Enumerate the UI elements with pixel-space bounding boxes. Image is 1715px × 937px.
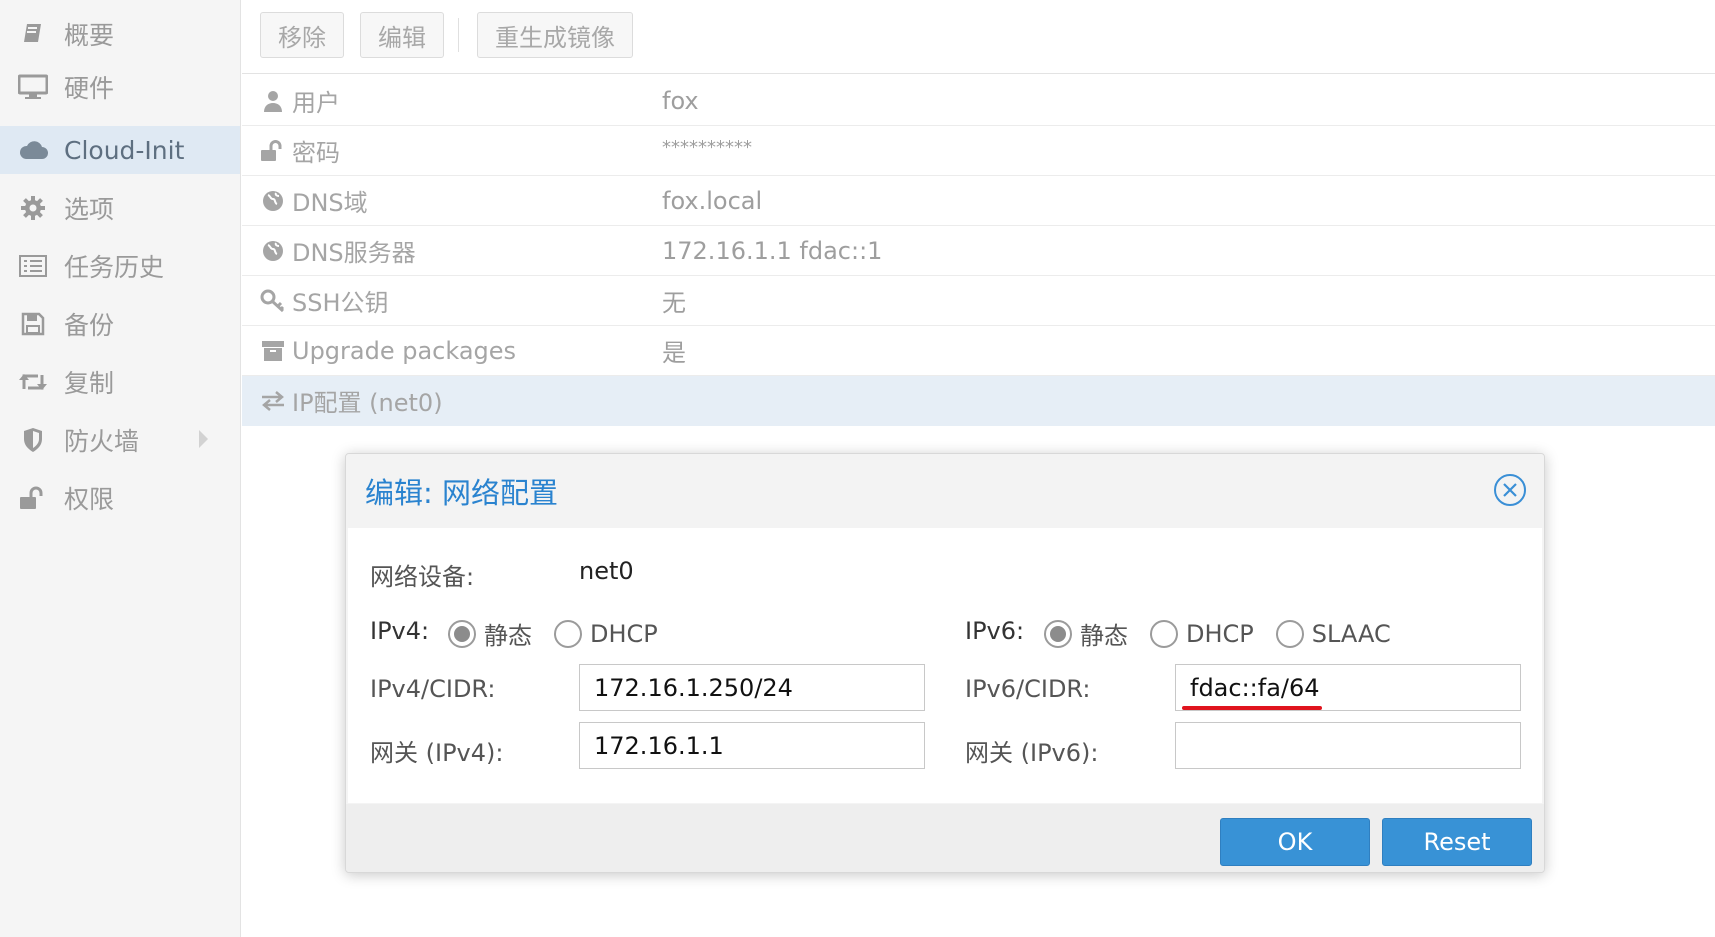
- ipv6-slaac-radio[interactable]: [1275, 619, 1304, 648]
- ipv4-mode-radio-group: 静态 DHCP: [448, 616, 680, 651]
- edit-button[interactable]: 编辑: [360, 12, 444, 58]
- property-value: **********: [662, 137, 752, 158]
- sidebar-item-label: 防火墙: [64, 427, 140, 456]
- user-icon: [260, 88, 286, 114]
- unlock-icon: [18, 485, 48, 511]
- sidebar-item-label: 权限: [64, 485, 115, 514]
- ipv6-label: IPv6:: [965, 617, 1025, 645]
- shield-icon: [18, 427, 48, 453]
- sidebar-item-label: 任务历史: [64, 253, 165, 282]
- property-value: 172.16.1.1 fdac::1: [662, 236, 883, 265]
- sidebar-item-hardware[interactable]: 硬件: [0, 63, 240, 111]
- dialog-header: 编辑: 网络配置: [346, 454, 1544, 528]
- reset-button[interactable]: Reset: [1382, 818, 1532, 866]
- ipv4-gateway-input[interactable]: 172.16.1.1: [579, 722, 925, 769]
- list-icon: [18, 253, 48, 279]
- radio-label: DHCP: [1186, 619, 1254, 648]
- property-value: 无: [662, 289, 686, 317]
- globe-icon: [260, 238, 286, 264]
- network-device-label: 网络设备:: [370, 563, 475, 591]
- radio-label: 静态: [1080, 622, 1128, 650]
- close-icon: [1503, 483, 1517, 497]
- ok-button[interactable]: OK: [1220, 818, 1370, 866]
- dialog-title: 编辑: 网络配置: [365, 476, 558, 510]
- property-row-ssh-key[interactable]: SSH公钥 无: [242, 276, 1715, 326]
- sidebar: 概要 硬件 Cloud-Init 选项 任务历史 备份 复制 防火墙 权限: [0, 0, 241, 937]
- sidebar-item-label: 复制: [64, 369, 115, 398]
- ipv6-cidr-label: IPv6/CIDR:: [965, 675, 1091, 703]
- property-row-dns-servers[interactable]: DNS服务器 172.16.1.1 fdac::1: [242, 226, 1715, 276]
- radio-label: SLAAC: [1311, 619, 1391, 648]
- monitor-icon: [18, 74, 48, 100]
- highlight-underline: [1182, 706, 1322, 710]
- unlock-icon: [260, 138, 286, 164]
- radio-label: DHCP: [590, 619, 658, 648]
- property-row-ip-config[interactable]: IP配置 (net0): [242, 376, 1715, 426]
- property-key: 用户: [292, 89, 340, 117]
- property-row-dns-domain[interactable]: DNS域 fox.local: [242, 176, 1715, 226]
- property-key: SSH公钥: [292, 289, 389, 317]
- toolbar-separator: [458, 18, 459, 52]
- ipv6-mode-radio-group: 静态 DHCP SLAAC: [1044, 616, 1413, 651]
- regenerate-image-button[interactable]: 重生成镜像: [477, 12, 633, 58]
- sidebar-item-firewall[interactable]: 防火墙: [0, 416, 240, 464]
- remove-button[interactable]: 移除: [260, 12, 344, 58]
- book-icon: [18, 21, 48, 47]
- ipv6-static-radio[interactable]: [1044, 619, 1072, 648]
- network-device-value: net0: [579, 557, 634, 585]
- property-row-upgrade-packages[interactable]: Upgrade packages 是: [242, 326, 1715, 376]
- sidebar-item-label: 硬件: [64, 74, 115, 103]
- ipv4-cidr-input[interactable]: 172.16.1.250/24: [579, 664, 925, 711]
- toolbar: 移除 编辑 重生成镜像: [242, 0, 1715, 74]
- sidebar-item-options[interactable]: 选项: [0, 184, 240, 232]
- sidebar-item-summary[interactable]: 概要: [0, 10, 240, 58]
- ipv6-gateway-input[interactable]: [1175, 722, 1521, 769]
- sidebar-item-backup[interactable]: 备份: [0, 300, 240, 348]
- property-key: DNS域: [292, 189, 368, 217]
- dialog-footer: OK Reset: [346, 804, 1544, 872]
- close-button[interactable]: [1494, 474, 1526, 506]
- property-value: fox.local: [662, 186, 763, 215]
- ipv6-gateway-label: 网关 (IPv6):: [965, 739, 1099, 767]
- radio-label: 静态: [484, 622, 532, 650]
- globe-icon: [260, 188, 286, 214]
- ipv4-static-radio[interactable]: [448, 619, 476, 648]
- sidebar-item-replication[interactable]: 复制: [0, 358, 240, 406]
- property-key: IP配置 (net0): [292, 389, 443, 417]
- sidebar-item-permissions[interactable]: 权限: [0, 474, 240, 522]
- ipv4-cidr-label: IPv4/CIDR:: [370, 675, 496, 703]
- key-icon: [260, 288, 286, 314]
- property-key: 密码: [292, 139, 340, 167]
- sidebar-item-label: 选项: [64, 195, 115, 224]
- ipv4-gateway-label: 网关 (IPv4):: [370, 739, 504, 767]
- property-value: 是: [662, 339, 686, 367]
- floppy-icon: [18, 311, 48, 337]
- sidebar-item-cloud-init[interactable]: Cloud-Init: [0, 126, 240, 174]
- sidebar-item-label: 备份: [64, 311, 115, 340]
- sidebar-item-task-history[interactable]: 任务历史: [0, 242, 240, 290]
- network-config-dialog: 编辑: 网络配置 OK Reset: [345, 453, 1545, 873]
- exchange-icon: [260, 388, 286, 414]
- ipv6-cidr-input[interactable]: fdac::fa/64: [1175, 664, 1521, 711]
- ipv4-dhcp-radio[interactable]: [554, 619, 582, 648]
- ipv4-label: IPv4:: [370, 617, 430, 645]
- retweet-icon: [18, 369, 48, 395]
- cloud-icon: [18, 137, 48, 163]
- property-key: Upgrade packages: [292, 336, 517, 365]
- property-row-password[interactable]: 密码 **********: [242, 126, 1715, 176]
- property-value: fox: [662, 86, 699, 115]
- chevron-right-icon: [199, 430, 208, 448]
- gear-icon: [18, 195, 48, 221]
- ipv6-dhcp-radio[interactable]: [1150, 619, 1178, 648]
- archive-icon: [260, 338, 286, 364]
- sidebar-item-label: Cloud-Init: [64, 135, 185, 165]
- sidebar-item-label: 概要: [64, 21, 115, 50]
- property-key: DNS服务器: [292, 239, 416, 267]
- property-row-user[interactable]: 用户 fox: [242, 76, 1715, 126]
